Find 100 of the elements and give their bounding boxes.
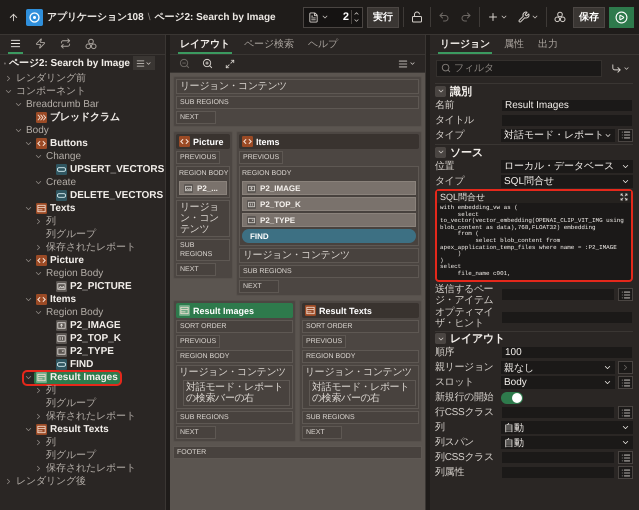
chevron-right-icon[interactable] <box>34 412 43 421</box>
circles-icon <box>85 38 97 50</box>
tree-item[interactable]: FIND <box>54 358 96 370</box>
region-header[interactable]: Result Images <box>176 303 293 318</box>
field-label: 行CSSクラス <box>435 407 494 418</box>
page-item[interactable]: P2_TOP_K <box>242 197 416 211</box>
list-button[interactable] <box>618 466 633 480</box>
collapse-toggle[interactable] <box>435 86 446 96</box>
chevron-up-icon[interactable] <box>353 10 360 17</box>
tree-item[interactable]: レンダリング前 <box>14 72 88 84</box>
tree-item[interactable]: P2_IMAGE <box>54 320 123 332</box>
file-upload-icon <box>56 320 67 331</box>
tree-item[interactable]: Texts <box>34 202 78 214</box>
run-button[interactable]: 実行 <box>367 6 399 28</box>
tree-item[interactable]: Region Body <box>44 306 106 318</box>
number-field-icon <box>247 200 256 208</box>
tree-item[interactable]: 列 <box>44 436 58 448</box>
tree-item[interactable]: P2_TOP_K <box>54 332 123 344</box>
collapse-toggle[interactable] <box>435 146 446 158</box>
find-button[interactable]: FIND <box>242 229 416 243</box>
region-header[interactable]: Items <box>239 134 419 149</box>
page-selector[interactable]: 2 <box>303 6 363 28</box>
tree-item[interactable]: コンポーネント <box>14 86 88 98</box>
tree-item[interactable]: Change <box>44 150 84 162</box>
tree-item[interactable]: 保存されたレポート <box>44 242 138 254</box>
tree-item[interactable]: Body <box>24 124 51 136</box>
chevron-right-icon[interactable] <box>34 243 43 252</box>
page-number-field[interactable]: 2 <box>331 11 349 23</box>
breadcrumb-link[interactable]: アプリケーション108 <box>47 10 144 24</box>
tab[interactable]: 出力 <box>536 35 560 54</box>
dropdown[interactable]: 対話モード・レポート <box>501 128 615 142</box>
tree-item[interactable]: 列グループ <box>44 450 98 462</box>
list-button[interactable] <box>618 451 633 464</box>
toggle-switch[interactable] <box>501 392 523 404</box>
app-icon[interactable] <box>26 8 43 26</box>
list-button[interactable] <box>618 406 633 420</box>
list-button[interactable] <box>618 128 633 142</box>
tab[interactable]: リージョン <box>438 35 492 54</box>
tree-item[interactable]: DELETE_VECTORS <box>54 190 165 202</box>
tab[interactable]: ページ検索 <box>242 35 296 54</box>
dropdown[interactable]: SQL問合せ <box>501 174 633 188</box>
tree-item[interactable]: Items <box>34 294 78 306</box>
tree-item[interactable]: 列グループ <box>44 398 98 410</box>
search-icon <box>441 63 451 73</box>
tree-item[interactable]: 列 <box>44 216 58 228</box>
dropdown[interactable]: 親なし <box>501 361 615 374</box>
tree-item[interactable]: Result Texts <box>34 424 111 436</box>
dropdown[interactable]: 自動 <box>501 421 633 434</box>
tab[interactable]: レイアウト <box>178 35 232 54</box>
dropdown[interactable]: 自動 <box>501 436 633 450</box>
tree-item[interactable]: レンダリング後 <box>14 476 88 488</box>
chevron-down-icon[interactable] <box>353 17 360 24</box>
page-item[interactable]: P2_TYPE <box>242 213 416 227</box>
tree-item[interactable]: Region Body <box>44 268 106 280</box>
tree-item[interactable]: 保存されたレポート <box>44 462 138 474</box>
tree-item[interactable]: ブレッドクラム <box>34 112 122 124</box>
page-item[interactable]: P2_... <box>179 181 227 195</box>
list-button[interactable] <box>618 288 633 302</box>
field-label: 名前 <box>435 100 456 110</box>
list-button[interactable] <box>618 376 633 390</box>
chevron-right-icon[interactable] <box>34 217 43 226</box>
tree-item[interactable]: Buttons <box>34 138 90 150</box>
tree-item[interactable]: Breadcrumb Bar <box>24 98 101 110</box>
tree-item[interactable]: 列グループ <box>44 228 98 240</box>
filter-field[interactable]: フィルタ <box>454 62 597 74</box>
run-page-button[interactable] <box>609 6 634 28</box>
tree-menu-button[interactable] <box>133 56 155 70</box>
caret-icon <box>409 60 416 67</box>
field-label: 親リージョン <box>435 362 494 374</box>
tree-item[interactable]: Create <box>44 176 78 188</box>
search-field[interactable]: フィルタ <box>436 60 602 76</box>
chevron-right-icon[interactable] <box>34 386 43 395</box>
image-icon <box>184 184 193 192</box>
save-button[interactable]: 保存 <box>573 6 605 28</box>
image-icon <box>56 281 67 292</box>
tree-item[interactable]: 列 <box>44 384 58 396</box>
tree-item[interactable]: Picture <box>34 254 86 266</box>
tab[interactable]: ヘルプ <box>306 35 340 54</box>
chevron-right-icon[interactable] <box>4 74 13 83</box>
drop-slot: リージョン・コンテンツ <box>239 248 419 263</box>
chevron-right-icon[interactable] <box>4 477 13 486</box>
chevron-right-icon[interactable] <box>34 438 43 447</box>
region-header[interactable]: Picture <box>176 134 230 149</box>
field-label: スロット <box>435 377 475 388</box>
dropdown[interactable]: ローカル・データベース <box>501 160 633 172</box>
region-header[interactable]: Result Texts <box>302 303 419 318</box>
tree-item[interactable]: P2_PICTURE <box>54 280 134 292</box>
chevron-right-icon[interactable] <box>34 464 43 473</box>
tree-item[interactable]: UPSERT_VECTORS <box>54 164 165 176</box>
field-label: 送信するページ・アイテム <box>435 284 494 306</box>
tree-item[interactable]: Result Images <box>34 372 120 384</box>
tab[interactable]: 属性 <box>502 35 526 54</box>
text-field[interactable]: Result Images <box>501 98 633 112</box>
tree-item[interactable]: P2_TYPE <box>54 346 116 358</box>
page-item[interactable]: P2_IMAGE <box>242 181 416 195</box>
expand-icon[interactable] <box>620 193 628 201</box>
tree-item[interactable]: 保存されたレポート <box>44 410 138 422</box>
text-field[interactable]: 100 <box>501 346 633 360</box>
collapse-toggle[interactable] <box>435 333 446 344</box>
dropdown[interactable]: Body <box>501 376 615 390</box>
